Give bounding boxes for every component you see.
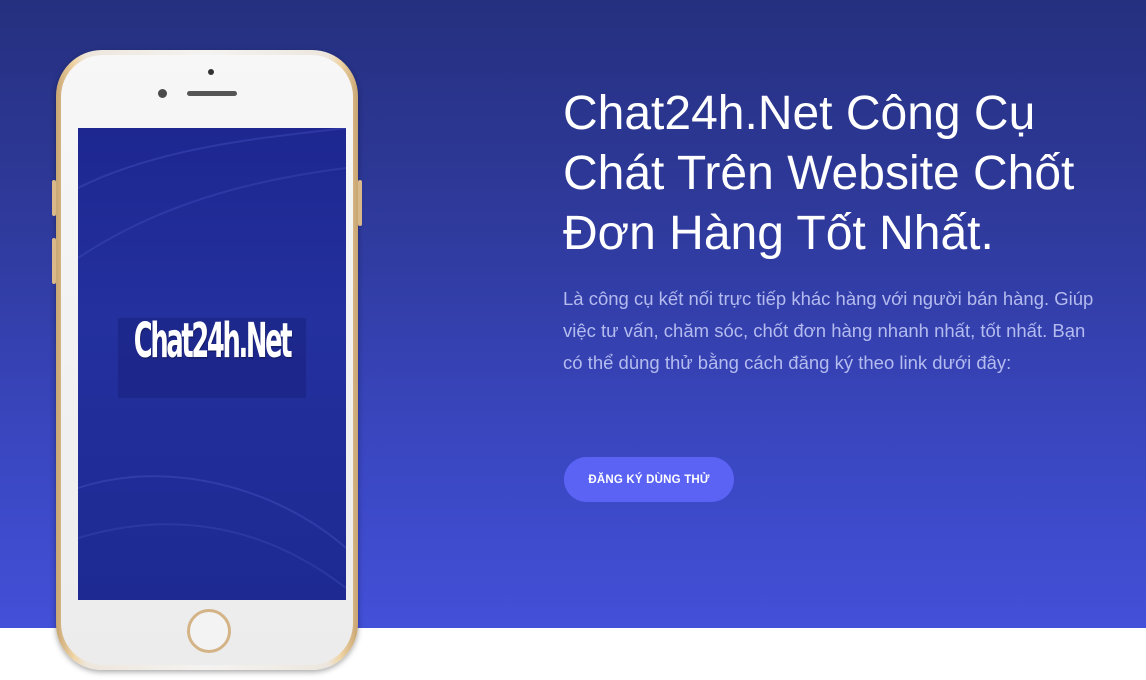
register-trial-button[interactable]: ĐĂNG KÝ DÙNG THỬ bbox=[564, 457, 734, 502]
phone-side-button bbox=[358, 180, 362, 226]
phone-body: Chat24h.Net bbox=[61, 55, 353, 665]
chat24h-logo: Chat24h.Net bbox=[133, 312, 293, 369]
phone-sensor-icon bbox=[208, 69, 214, 75]
phone-camera-icon bbox=[158, 89, 167, 98]
phone-side-button bbox=[52, 180, 56, 216]
hero-section: Chat24h.Net Chat24h.Net Công Cụ Chát Trê… bbox=[0, 0, 1146, 670]
hero-description: Là công cụ kết nối trực tiếp khác hàng v… bbox=[563, 288, 1094, 373]
phone-speaker-icon bbox=[187, 91, 237, 96]
phone-mockup-image: Chat24h.Net bbox=[52, 50, 362, 670]
hero-headline: Chat24h.Net Công Cụ Chát Trên Website Ch… bbox=[563, 87, 1075, 260]
phone-screen: Chat24h.Net bbox=[78, 128, 346, 600]
phone-home-button bbox=[187, 609, 231, 653]
phone-side-button bbox=[52, 238, 56, 284]
